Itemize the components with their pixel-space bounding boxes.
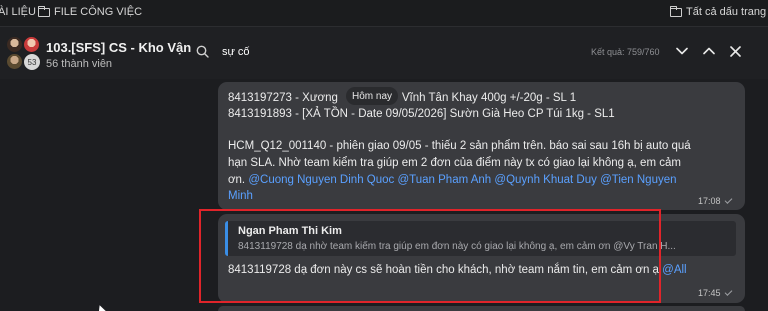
avatar bbox=[23, 36, 40, 53]
message-text: HCM_Q12_001140 - phiên giao 09/05 - thiế… bbox=[228, 140, 691, 152]
member-count[interactable]: 56 thành viên bbox=[46, 58, 112, 70]
avatar bbox=[6, 36, 23, 53]
folder-icon bbox=[670, 5, 682, 17]
message-time: 17:45 bbox=[698, 288, 732, 298]
message-time: 17:08 bbox=[698, 196, 732, 206]
mention-link[interactable]: @Tuan Pham Anh bbox=[397, 174, 491, 186]
folder-icon bbox=[38, 5, 50, 17]
date-separator: Hôm nay bbox=[346, 87, 399, 105]
bookmark-label: Tất cả dấu trang bbox=[686, 6, 767, 18]
message-text: 8413191893 - [XẢ TỒN - Date 09/05/2026] … bbox=[228, 108, 615, 120]
avatar-extra-count: 53 bbox=[23, 53, 41, 71]
conversation-title[interactable]: 103.[SFS] CS - Kho Vận bbox=[46, 40, 191, 55]
previous-result-button[interactable] bbox=[702, 44, 716, 58]
bookmark-file-cong-viec[interactable]: FILE CÔNG VIỆC bbox=[38, 5, 143, 18]
bookmarks-bar: ÀI LIỆU FILE CÔNG VIỆC Tất cả dấu trang bbox=[0, 0, 768, 27]
chevron-up-icon bbox=[703, 47, 715, 55]
message-text: Minh bbox=[228, 190, 253, 202]
bookmark-label: FILE CÔNG VIỆC bbox=[54, 6, 143, 18]
search-icon bbox=[196, 45, 209, 58]
mention-link[interactable]: @Tien Nguyen bbox=[600, 174, 676, 186]
avatar bbox=[6, 53, 23, 70]
search-result-count: Kết quả: 759/760 bbox=[591, 47, 660, 57]
group-avatar[interactable]: 53 bbox=[6, 36, 42, 72]
sent-check-icon bbox=[724, 288, 732, 296]
bookmark-partial[interactable]: ÀI LIỆU bbox=[0, 6, 36, 18]
bookmark-partial-label: ÀI LIỆU bbox=[0, 6, 36, 18]
close-search-button[interactable] bbox=[728, 44, 742, 58]
message-text: 8413197273 - Xương Vĩnh Tân Khay 400g +/-… bbox=[228, 92, 577, 104]
highlight-box bbox=[199, 209, 661, 303]
next-result-button[interactable] bbox=[675, 44, 689, 58]
message-text: ơn. @Cuong Nguyen Dinh Quoc @Tuan Pham A… bbox=[228, 174, 677, 186]
mention-link[interactable]: @Cuong Nguyen Dinh Quoc bbox=[248, 174, 394, 186]
bookmark-all-bookmarks[interactable]: Tất cả dấu trang bbox=[670, 5, 767, 18]
chevron-down-icon bbox=[676, 47, 688, 55]
mention-link[interactable]: Minh bbox=[228, 190, 253, 202]
search-input[interactable]: sự cố bbox=[222, 46, 250, 58]
message-text: hạn SLA. Nhờ team kiểm tra giúp em 2 đơn… bbox=[228, 157, 681, 169]
sent-check-icon bbox=[724, 196, 732, 204]
message-bubble[interactable] bbox=[218, 306, 745, 311]
close-icon bbox=[729, 45, 741, 57]
mention-link[interactable]: @Quynh Khuat Duy bbox=[494, 174, 596, 186]
mention-link[interactable]: @All bbox=[662, 264, 686, 276]
